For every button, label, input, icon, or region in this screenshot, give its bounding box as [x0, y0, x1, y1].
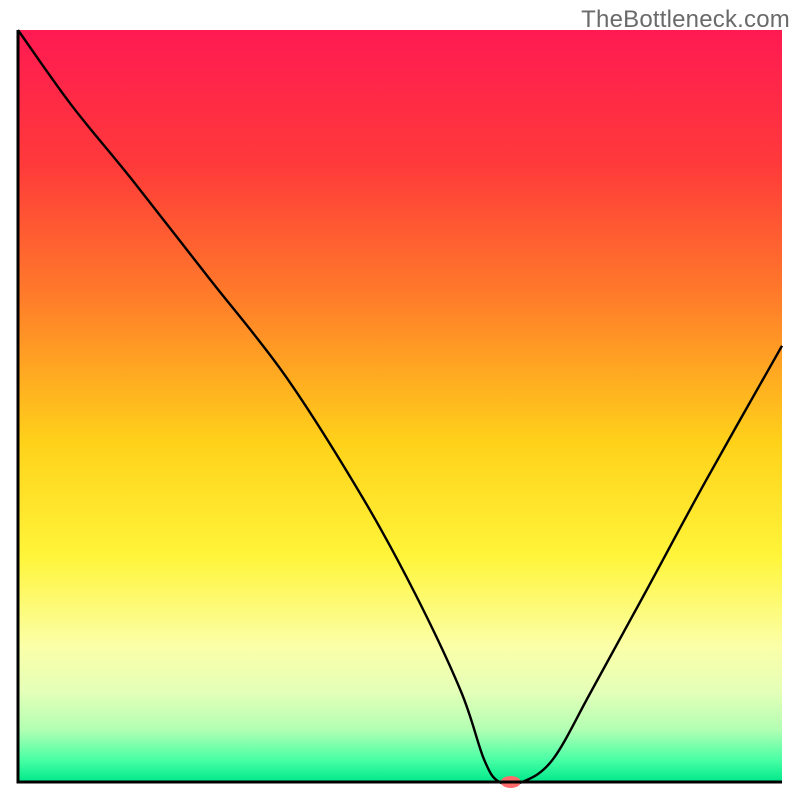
bottleneck-chart	[0, 0, 800, 800]
watermark-text: TheBottleneck.com	[581, 6, 790, 34]
gradient-background	[18, 30, 782, 782]
chart-container: TheBottleneck.com	[0, 0, 800, 800]
